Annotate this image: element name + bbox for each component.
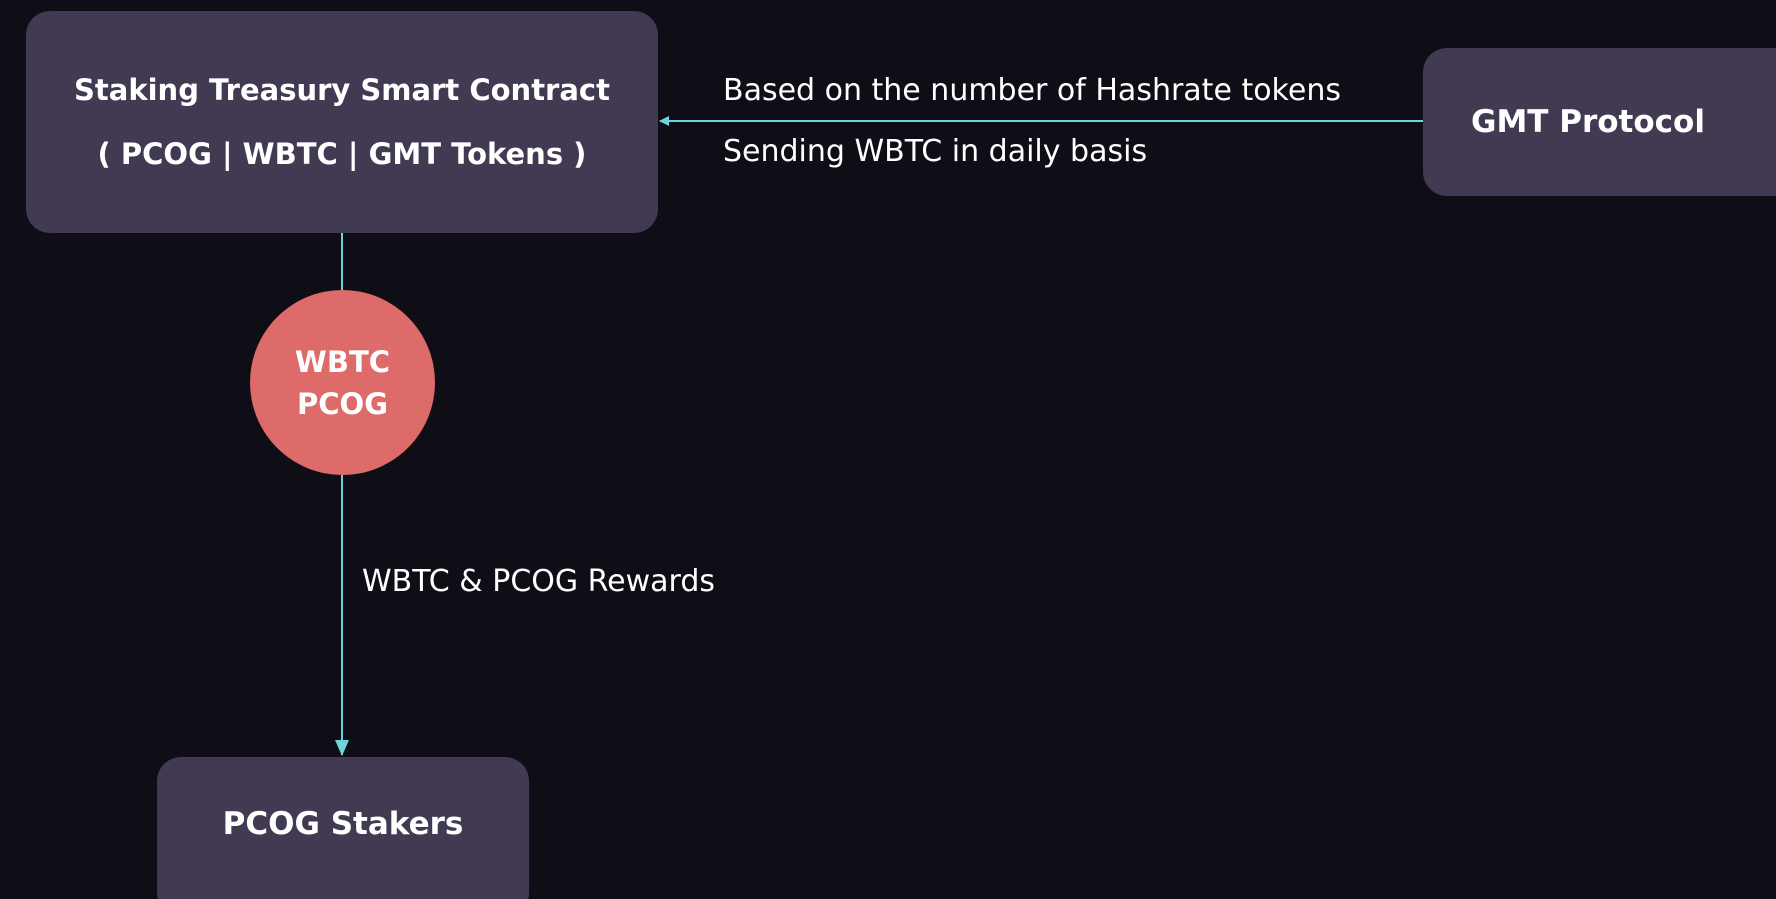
token-circle-line1: WBTC [294,344,391,379]
staking-treasury-title: Staking Treasury Smart Contract [74,73,610,107]
pcog-stakers-label: PCOG Stakers [222,806,464,842]
edge-label-daily-wbtc: Sending WBTC in daily basis [723,134,1148,169]
staking-treasury-node: Staking Treasury Smart Contract ( PCOG |… [26,11,658,233]
gmt-protocol-label: GMT Protocol [1471,104,1705,140]
gmt-protocol-node: GMT Protocol [1423,48,1776,196]
token-circle-line2: PCOG [297,386,388,421]
edge-label-rewards: WBTC & PCOG Rewards [362,564,716,599]
edge-label-hashrate-basis: Based on the number of Hashrate tokens [723,73,1341,108]
pcog-stakers-node: PCOG Stakers [157,757,529,899]
staking-treasury-tokens: ( PCOG | WBTC | GMT Tokens ) [97,137,587,171]
wbtc-pcog-token-circle: WBTC PCOG [250,290,435,475]
